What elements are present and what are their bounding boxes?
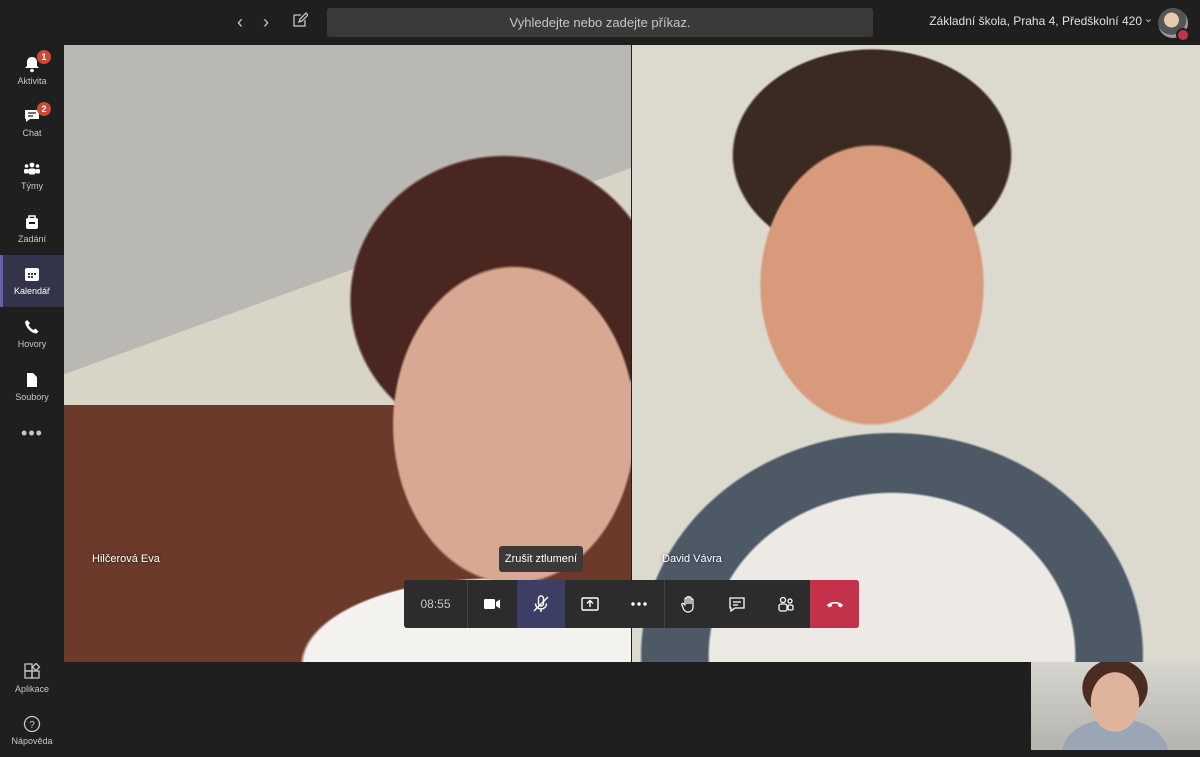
rail-item-files[interactable]: Soubory — [0, 361, 64, 413]
open-chat-button[interactable] — [713, 580, 761, 628]
rail-item-apps[interactable]: Aplikace — [0, 653, 64, 705]
help-icon: ? — [23, 715, 41, 733]
raise-hand-icon — [681, 595, 694, 613]
rail-label: Hovory — [17, 339, 47, 349]
notification-badge: 1 — [37, 50, 51, 64]
show-participants-button[interactable] — [762, 580, 810, 628]
hang-up-icon — [826, 602, 843, 608]
file-icon — [27, 373, 37, 387]
calendar-icon — [25, 268, 39, 281]
microphone-toggle-button[interactable] — [517, 580, 565, 628]
rail-item-activity[interactable]: Aktivita 1 — [0, 45, 64, 97]
more-apps-icon[interactable]: ••• — [0, 423, 64, 444]
participants-icon — [778, 596, 794, 612]
rail-item-chat[interactable]: Chat 2 — [0, 97, 64, 149]
notification-badge: 2 — [37, 102, 51, 116]
chevron-down-icon[interactable]: ⌄ — [1144, 12, 1153, 25]
rail-label: Zadání — [17, 234, 47, 244]
participant-video-tile[interactable]: David Vávra — [632, 45, 1200, 662]
rail-item-calendar[interactable]: Kalendář — [0, 255, 64, 307]
chat-icon — [729, 597, 745, 613]
video-camera-icon — [484, 599, 500, 609]
organization-name[interactable]: Základní škola, Praha 4, Předškolní 420 — [929, 14, 1142, 28]
microphone-muted-icon — [533, 595, 549, 612]
rail-label: Aplikace — [14, 684, 50, 694]
back-arrow-icon[interactable]: ‹ — [230, 12, 250, 32]
rail-label: Soubory — [15, 392, 49, 402]
top-bar: ‹ › Vyhledejte nebo zadejte příkaz. Zákl… — [0, 0, 1200, 45]
more-options-button[interactable] — [615, 580, 663, 628]
share-screen-button[interactable] — [566, 580, 614, 628]
rail-item-teams[interactable]: Týmy — [0, 150, 64, 202]
rail-item-assignments[interactable]: Zadání — [0, 203, 64, 255]
self-video-preview[interactable] — [1031, 662, 1200, 750]
rail-item-help[interactable]: ? Nápověda — [0, 705, 64, 757]
more-options-icon — [631, 602, 647, 606]
participant-name: David Vávra — [662, 553, 722, 565]
rail-label: Kalendář — [13, 286, 51, 296]
call-timer: 08:55 — [404, 580, 468, 628]
new-chat-icon[interactable] — [290, 12, 310, 32]
raise-hand-button[interactable] — [664, 580, 713, 628]
rail-item-calls[interactable]: Hovory — [0, 308, 64, 360]
camera-toggle-button[interactable] — [468, 580, 516, 628]
search-input[interactable]: Vyhledejte nebo zadejte příkaz. — [327, 8, 873, 37]
participant-name: Hilčerová Eva — [92, 553, 160, 565]
teams-icon — [24, 162, 40, 175]
apps-icon — [24, 663, 41, 679]
assignments-icon — [26, 215, 38, 229]
phone-icon — [25, 320, 39, 334]
call-controls-bar: 08:55 — [404, 580, 859, 628]
rail-label: Nápověda — [11, 736, 53, 746]
svg-text:?: ? — [29, 720, 35, 731]
presence-busy-icon — [1176, 28, 1190, 42]
unmute-tooltip: Zrušit ztlumení — [499, 546, 583, 572]
rail-label: Týmy — [21, 181, 43, 191]
share-screen-icon — [581, 597, 599, 611]
hang-up-button[interactable] — [810, 580, 859, 628]
forward-arrow-icon[interactable]: › — [256, 12, 276, 32]
rail-label: Aktivita — [17, 76, 47, 86]
rail-label: Chat — [22, 128, 42, 138]
app-rail: Aktivita 1 Chat 2 Týmy Zadání Kalendář H… — [0, 45, 64, 750]
